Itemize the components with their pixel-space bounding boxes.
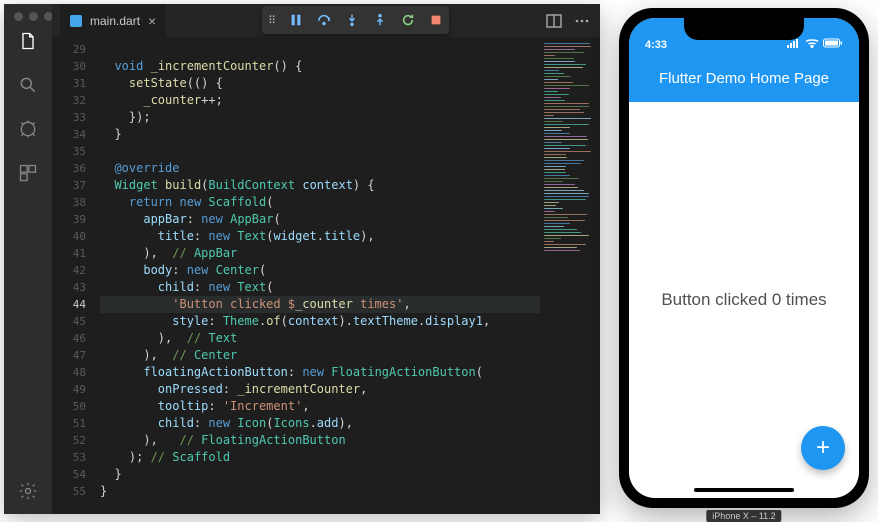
notch: [684, 18, 804, 40]
drag-grip-icon[interactable]: ⠿: [268, 14, 275, 27]
stop-icon[interactable]: [429, 13, 443, 27]
settings-gear-icon[interactable]: [17, 480, 39, 502]
tab-bar: main.dart × ⠿: [52, 4, 600, 37]
debug-toolbar[interactable]: ⠿: [262, 6, 449, 34]
search-icon[interactable]: [17, 74, 39, 96]
counter-text: Button clicked 0 times: [661, 290, 826, 310]
hot-reload-icon[interactable]: [401, 13, 415, 27]
floating-action-button[interactable]: +: [801, 426, 845, 470]
extensions-icon[interactable]: [17, 162, 39, 184]
split-editor-icon[interactable]: [546, 13, 562, 29]
step-out-icon[interactable]: [373, 13, 387, 27]
tab-filename-label: main.dart: [90, 14, 140, 28]
clock-label: 4:33: [645, 39, 667, 51]
editor-main: main.dart × ⠿ 29303132333435363738394041…: [52, 4, 600, 514]
tab-main-dart[interactable]: main.dart ×: [60, 4, 166, 37]
plus-icon: +: [816, 434, 830, 462]
app-bar: Flutter Demo Home Page: [629, 54, 859, 102]
activity-bar: [4, 4, 52, 514]
dart-file-icon: [70, 15, 82, 27]
phone-screen: 4:33 Flutter Demo Home Page Button click…: [629, 18, 859, 498]
step-into-icon[interactable]: [345, 13, 359, 27]
simulator-area: 4:33 Flutter Demo Home Page Button click…: [614, 4, 874, 518]
wifi-icon: [805, 38, 819, 51]
debug-icon[interactable]: [17, 118, 39, 140]
code-editor[interactable]: 2930313233343536373839404142434445464748…: [52, 37, 600, 514]
close-tab-icon[interactable]: ×: [148, 13, 156, 29]
simulator-device-label: iPhone X – 11.2: [706, 510, 781, 522]
more-actions-icon[interactable]: [574, 13, 590, 29]
app-bar-title: Flutter Demo Home Page: [659, 70, 829, 87]
explorer-icon[interactable]: [17, 30, 39, 52]
battery-icon: [823, 38, 843, 51]
iphone-frame: 4:33 Flutter Demo Home Page Button click…: [619, 8, 869, 508]
step-over-icon[interactable]: [317, 13, 331, 27]
minimap[interactable]: [540, 37, 600, 514]
pause-icon[interactable]: [289, 13, 303, 27]
vscode-window: main.dart × ⠿ 29303132333435363738394041…: [4, 4, 600, 514]
window-traffic-lights[interactable]: [14, 12, 53, 21]
home-indicator[interactable]: [694, 488, 794, 492]
